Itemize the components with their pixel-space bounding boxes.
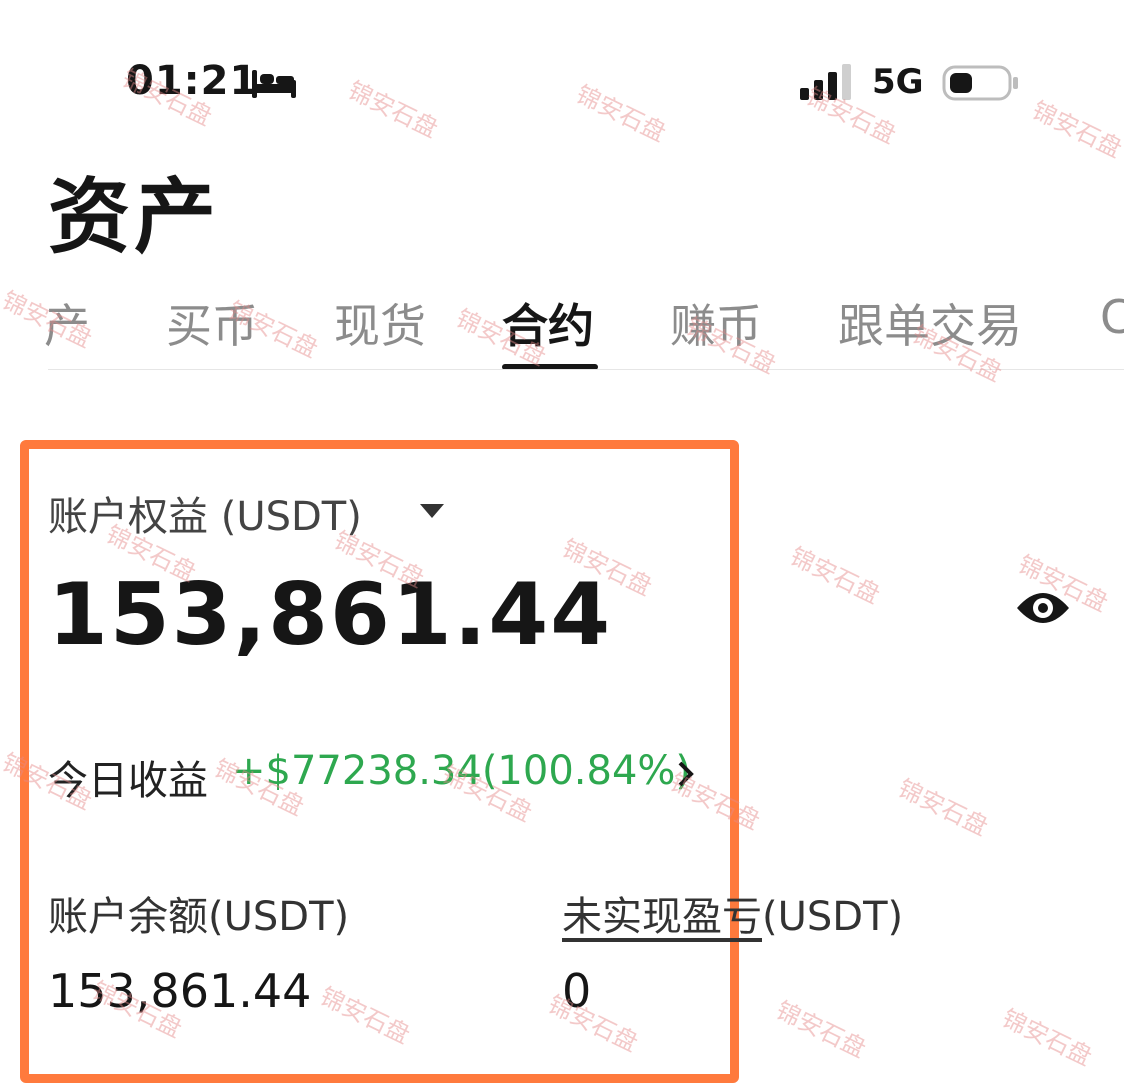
tab-more[interactable]: C (1100, 290, 1124, 344)
unrealized-pnl-value: 0 (562, 964, 592, 1018)
unrealized-pnl-label[interactable]: 未实现盈亏(USDT) (562, 884, 903, 942)
unrealized-pnl-label-unit: (USDT) (762, 894, 904, 940)
tab-divider (48, 369, 1124, 370)
network-type: 5G (872, 62, 924, 102)
page-title: 资产 (48, 170, 221, 265)
tab-overview[interactable]: 产 (44, 290, 90, 356)
watermark: 锦安石盘 (785, 542, 885, 610)
chevron-right-icon[interactable] (676, 760, 696, 788)
tab-copy-trading[interactable]: 跟单交易 (838, 290, 1022, 356)
tab-spot[interactable]: 现货 (334, 290, 426, 356)
watermark: 锦安石盘 (343, 76, 443, 144)
balance-value: 153,861.44 (48, 964, 312, 1018)
signal-strength-icon (800, 64, 851, 100)
watermark: 锦安石盘 (893, 774, 993, 842)
battery-icon (942, 65, 1018, 101)
equity-label[interactable]: 账户权益 (USDT) (48, 484, 362, 542)
today-pnl-label: 今日收益 (48, 758, 208, 804)
eye-icon[interactable] (1014, 584, 1072, 632)
watermark: 锦安石盘 (771, 996, 871, 1064)
watermark: 锦安石盘 (997, 1004, 1097, 1072)
sleep-mode-icon (252, 70, 296, 98)
unrealized-pnl-label-main[interactable]: 未实现盈亏 (562, 894, 762, 940)
today-pnl-value[interactable]: +$77238.34(100.84%) (232, 748, 691, 794)
tab-earn[interactable]: 赚币 (670, 290, 762, 356)
status-time: 01:21 (126, 58, 259, 104)
watermark: 锦安石盘 (1027, 96, 1124, 164)
asset-tabs: 产 买币 现货 合约 赚币 跟单交易 C (0, 290, 1124, 370)
caret-down-icon[interactable] (418, 502, 446, 520)
tab-futures[interactable]: 合约 (502, 290, 594, 356)
watermark: 锦安石盘 (571, 80, 671, 148)
tab-buy-crypto[interactable]: 买币 (166, 290, 258, 356)
equity-value: 153,861.44 (48, 565, 613, 665)
balance-label: 账户余额(USDT) (48, 894, 350, 940)
